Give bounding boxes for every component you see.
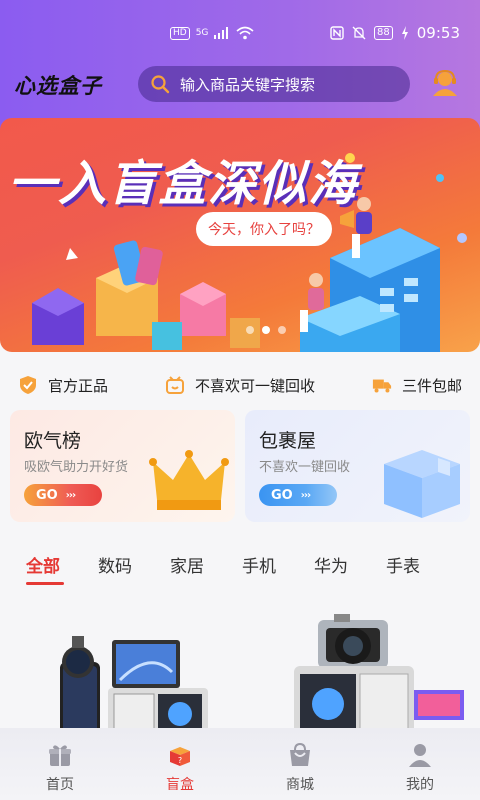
card-subtitle: 吸欧气助力开好货 <box>24 460 129 475</box>
parcel-box-icon <box>384 450 460 518</box>
product-card-huawei-bundle[interactable] <box>60 636 208 740</box>
carousel-dot-active[interactable] <box>262 326 270 334</box>
battery-level: 88 <box>374 26 393 40</box>
banner-title: 一入盲盒深似海 <box>8 156 359 212</box>
crown-icon <box>149 450 229 510</box>
network-type: 5G <box>195 28 209 38</box>
feature-label: 不喜欢可一键回收 <box>194 376 315 395</box>
card-parcel-house[interactable]: 包裹屋 不喜欢一键回收 GO ››› <box>245 410 470 522</box>
go-button[interactable]: GO ››› <box>259 484 337 506</box>
app-logo: 心选盒子 <box>14 73 102 98</box>
tab-label: 家居 <box>170 557 204 577</box>
nav-blind-box[interactable]: ? 盲盒 <box>135 742 225 800</box>
go-label: GO <box>271 487 293 503</box>
card-title: 欧气榜 <box>24 430 82 452</box>
nav-label: 盲盒 <box>166 777 194 793</box>
feature-label: 三件包邮 <box>401 376 462 395</box>
search-icon <box>151 75 170 94</box>
wifi-icon <box>236 26 254 40</box>
svg-text:?: ? <box>178 756 182 765</box>
status-bar: HD 5G 88 09:53 <box>0 0 480 60</box>
delivery-truck-icon <box>372 379 392 393</box>
status-left: HD 5G <box>170 26 254 40</box>
nav-mall[interactable]: 商城 <box>255 742 345 800</box>
charging-icon <box>401 26 408 40</box>
go-button[interactable]: GO ››› <box>24 484 102 506</box>
feature-strip: 官方正品 不喜欢可一键回收 三件包邮 <box>0 370 480 400</box>
promo-banner[interactable]: 一入盲盒深似海 今天，你入了吗？ <box>0 118 480 352</box>
tab-label: 数码 <box>98 557 132 577</box>
app-header: 心选盒子 输入商品关键字搜索 <box>0 62 480 106</box>
product-card-camera-bundle[interactable] <box>294 614 464 740</box>
official-badge-icon <box>20 376 36 394</box>
carousel-indicator <box>246 326 286 334</box>
shopping-bag-icon <box>290 742 310 766</box>
tab-home[interactable]: 家居 <box>170 552 242 592</box>
tab-watch[interactable]: 手表 <box>386 552 458 592</box>
nav-profile[interactable]: 我的 <box>375 742 465 800</box>
feature-official: 官方正品 <box>18 370 108 400</box>
user-avatar-icon[interactable] <box>430 68 460 98</box>
go-label: GO <box>36 487 58 503</box>
tab-label: 全部 <box>26 557 60 577</box>
blind-box-icon: ? <box>170 747 190 766</box>
card-subtitle: 不喜欢一键回收 <box>259 460 351 475</box>
tab-label: 手表 <box>386 557 420 577</box>
status-right: 88 09:53 <box>330 24 460 42</box>
feature-label: 官方正品 <box>48 376 109 395</box>
tab-phone[interactable]: 手机 <box>242 552 314 592</box>
nav-label: 商城 <box>286 777 314 793</box>
tab-active-indicator <box>26 582 64 585</box>
nav-label: 我的 <box>406 777 434 793</box>
product-list <box>60 614 464 740</box>
feature-free-shipping: 三件包邮 <box>372 370 462 400</box>
mute-bell-icon <box>352 26 366 40</box>
tab-digital[interactable]: 数码 <box>98 552 170 592</box>
nav-home[interactable]: 首页 <box>15 742 105 800</box>
tab-all[interactable]: 全部 <box>26 552 98 592</box>
tab-label: 华为 <box>314 557 348 577</box>
feature-recycle: 不喜欢可一键回收 <box>165 370 315 400</box>
nfc-icon <box>330 26 344 40</box>
gift-icon <box>49 745 71 766</box>
banner-speech-bubble: 今天，你入了吗？ <box>196 212 332 246</box>
tab-label: 手机 <box>242 557 276 577</box>
bottom-navigation: 首页 ? 盲盒 商城 我的 <box>0 728 480 800</box>
tab-huawei[interactable]: 华为 <box>314 552 386 592</box>
card-title: 包裹屋 <box>259 430 317 452</box>
search-placeholder: 输入商品关键字搜索 <box>180 75 316 94</box>
search-input[interactable]: 输入商品关键字搜索 <box>138 66 410 102</box>
carousel-dot[interactable] <box>246 326 254 334</box>
go-arrows: ››› <box>300 489 311 501</box>
category-tabs: 全部 数码 家居 手机 华为 手表 <box>0 552 480 592</box>
card-lucky-ranking[interactable]: 欧气榜 吸欧气助力开好货 GO ››› <box>10 410 235 522</box>
profile-icon <box>409 744 431 767</box>
recycle-icon <box>165 376 184 394</box>
go-arrows: ››› <box>65 489 76 501</box>
nav-label: 首页 <box>46 777 74 793</box>
signal-icon <box>214 27 229 39</box>
hd-indicator: HD <box>170 26 190 40</box>
clock: 09:53 <box>416 24 460 42</box>
carousel-dot[interactable] <box>278 326 286 334</box>
